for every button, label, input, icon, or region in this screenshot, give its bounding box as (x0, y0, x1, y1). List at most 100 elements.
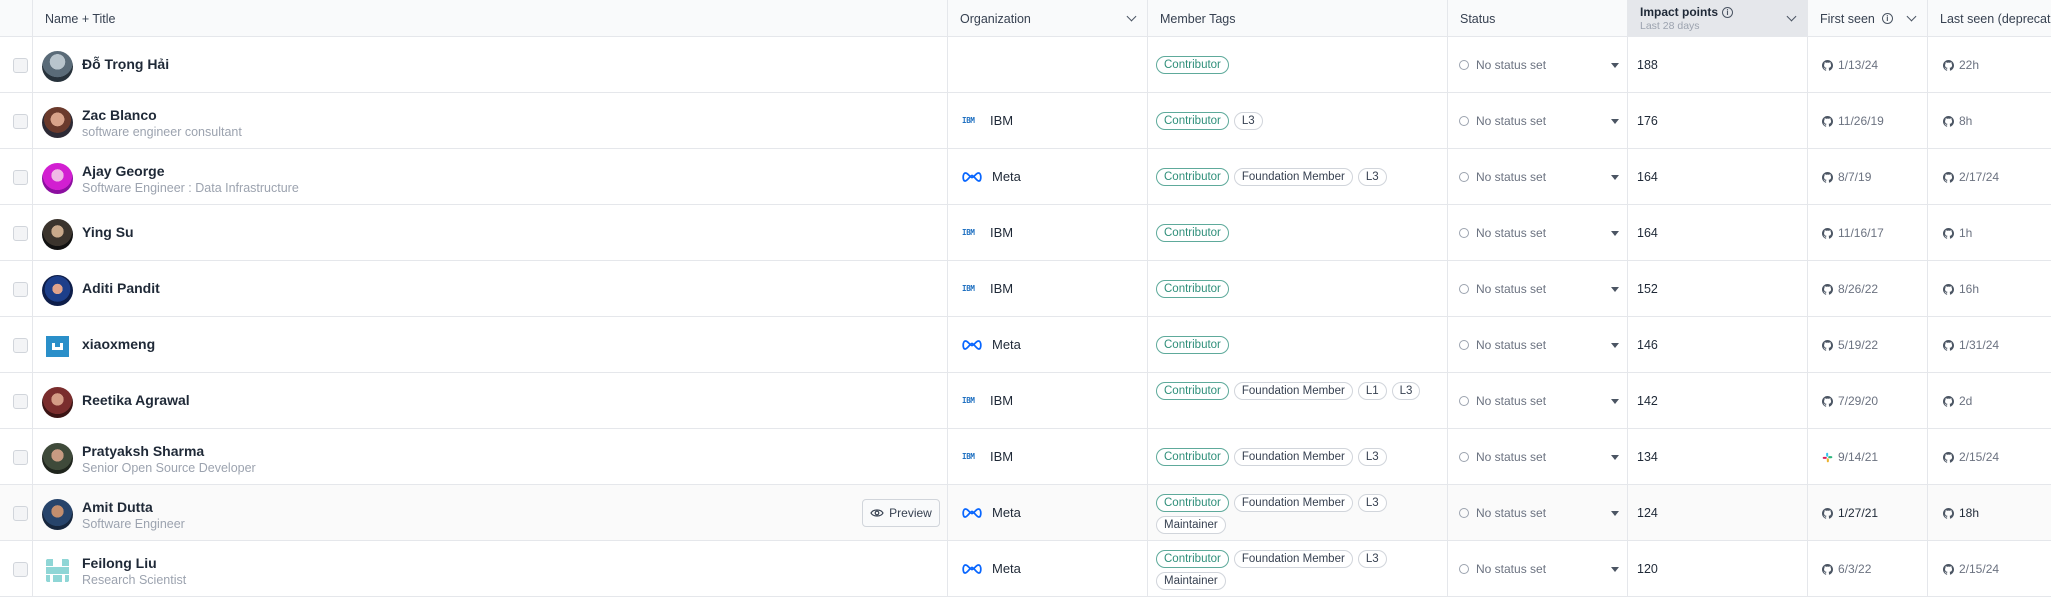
status-select[interactable]: No status set (1459, 394, 1546, 408)
info-icon[interactable]: i (1722, 6, 1734, 18)
organization[interactable]: IBM IBM (962, 393, 1013, 408)
header-status[interactable]: Status (1448, 0, 1628, 37)
member-name[interactable]: xiaoxmeng (82, 336, 155, 352)
avatar[interactable] (42, 387, 73, 418)
caret-down-icon[interactable] (1611, 455, 1619, 460)
member-tag[interactable]: L3 (1391, 382, 1421, 400)
header-organization[interactable]: Organization (948, 0, 1148, 37)
caret-down-icon[interactable] (1611, 287, 1619, 292)
name-cell[interactable] (33, 37, 948, 93)
organization[interactable]: Meta (962, 505, 1021, 520)
name-cell[interactable] (33, 93, 948, 149)
avatar[interactable] (42, 331, 73, 362)
table-row[interactable]: Đỗ Trọng Hải Contributor No status set 188 1… (0, 37, 2051, 93)
row-checkbox[interactable] (13, 338, 28, 353)
header-member-tags[interactable]: Member Tags (1148, 0, 1448, 37)
row-checkbox[interactable] (13, 394, 28, 409)
member-name[interactable]: Amit Dutta (82, 499, 153, 515)
member-tag[interactable]: Contributor (1156, 112, 1229, 130)
member-name[interactable]: Reetika Agrawal (82, 392, 190, 408)
organization[interactable]: IBM IBM (962, 225, 1013, 240)
table-row[interactable]: Feilong Liu Research Scientist Meta Contrib… (0, 541, 2051, 597)
member-tag[interactable]: Contributor (1156, 494, 1229, 512)
chevron-down-icon[interactable] (1126, 11, 1137, 22)
name-cell[interactable] (33, 317, 948, 373)
chevron-down-icon[interactable] (1786, 11, 1797, 22)
row-checkbox[interactable] (13, 58, 28, 73)
table-row[interactable]: xiaoxmeng Meta Contributor No status set 146… (0, 317, 2051, 373)
member-tag[interactable]: Foundation Member (1233, 168, 1353, 186)
name-cell[interactable] (33, 205, 948, 261)
organization[interactable]: Meta (962, 169, 1021, 184)
member-tag[interactable]: Contributor (1156, 382, 1229, 400)
member-tag[interactable]: Contributor (1156, 550, 1229, 568)
avatar[interactable] (42, 275, 73, 306)
name-cell[interactable] (33, 261, 948, 317)
avatar[interactable] (42, 163, 73, 194)
member-tag[interactable]: Contributor (1156, 224, 1229, 242)
member-name[interactable]: Ajay George (82, 163, 164, 179)
member-tag[interactable]: L1 (1357, 382, 1387, 400)
member-name[interactable]: Pratyaksh Sharma (82, 443, 204, 459)
row-checkbox[interactable] (13, 226, 28, 241)
row-checkbox[interactable] (13, 506, 28, 521)
avatar[interactable] (42, 555, 73, 586)
preview-button[interactable]: Preview (862, 499, 940, 527)
avatar[interactable] (42, 107, 73, 138)
status-select[interactable]: No status set (1459, 114, 1546, 128)
name-cell[interactable] (33, 541, 948, 597)
status-select[interactable]: No status set (1459, 450, 1546, 464)
table-row[interactable]: Reetika Agrawal IBM IBM Contributor Foundati… (0, 373, 2051, 429)
name-cell[interactable] (33, 485, 948, 541)
avatar[interactable] (42, 51, 73, 82)
status-select[interactable]: No status set (1459, 282, 1546, 296)
member-tag[interactable]: Maintainer (1156, 572, 1226, 590)
member-tag[interactable]: Contributor (1156, 280, 1229, 298)
member-tag[interactable]: Contributor (1156, 336, 1229, 354)
info-icon[interactable]: i (1881, 13, 1893, 24)
member-name[interactable]: Zac Blanco (82, 107, 157, 123)
status-select[interactable]: No status set (1459, 226, 1546, 240)
caret-down-icon[interactable] (1611, 231, 1619, 236)
caret-down-icon[interactable] (1611, 343, 1619, 348)
table-row[interactable]: Ying Su IBM IBM Contributor No status set 164… (0, 205, 2051, 261)
member-tag[interactable]: Foundation Member (1233, 382, 1353, 400)
row-checkbox[interactable] (13, 114, 28, 129)
caret-down-icon[interactable] (1611, 119, 1619, 124)
status-select[interactable]: No status set (1459, 562, 1546, 576)
organization[interactable]: IBM IBM (962, 281, 1013, 296)
member-tag[interactable]: L3 (1357, 168, 1387, 186)
status-select[interactable]: No status set (1459, 58, 1546, 72)
table-row[interactable]: Ajay George Software Engineer : Data Infr… (0, 149, 2051, 205)
table-row[interactable]: Aditi Pandit IBM IBM Contributor No status s… (0, 261, 2051, 317)
avatar[interactable] (42, 219, 73, 250)
member-name[interactable]: Feilong Liu (82, 555, 157, 571)
status-select[interactable]: No status set (1459, 170, 1546, 184)
member-tag[interactable]: L3 (1357, 494, 1387, 512)
header-impact-points[interactable]: Impact points i Last 28 days (1628, 0, 1808, 37)
header-last-seen[interactable]: Last seen (deprecate (1928, 0, 2051, 37)
member-tag[interactable]: Contributor (1156, 448, 1229, 466)
member-tag[interactable]: L3 (1233, 112, 1263, 130)
status-select[interactable]: No status set (1459, 506, 1546, 520)
member-name[interactable]: Đỗ Trọng Hải (82, 56, 169, 72)
header-name-title[interactable]: Name + Title (33, 0, 948, 37)
header-first-seen[interactable]: First seen i (1808, 0, 1928, 37)
member-tag[interactable]: Contributor (1156, 168, 1229, 186)
member-tag[interactable]: Contributor (1156, 56, 1229, 74)
caret-down-icon[interactable] (1611, 399, 1619, 404)
member-tag[interactable]: Foundation Member (1233, 448, 1353, 466)
caret-down-icon[interactable] (1611, 63, 1619, 68)
member-name[interactable]: Aditi Pandit (82, 280, 160, 296)
caret-down-icon[interactable] (1611, 567, 1619, 572)
row-checkbox[interactable] (13, 170, 28, 185)
member-tag[interactable]: L3 (1357, 550, 1387, 568)
member-tag[interactable]: Foundation Member (1233, 494, 1353, 512)
caret-down-icon[interactable] (1611, 175, 1619, 180)
table-row[interactable]: Pratyaksh Sharma Senior Open Source Devel… (0, 429, 2051, 485)
row-checkbox[interactable] (13, 562, 28, 577)
table-row[interactable]: Amit Dutta Software Engineer Preview Meta Co… (0, 485, 2051, 541)
organization[interactable]: IBM IBM (962, 449, 1013, 464)
avatar[interactable] (42, 499, 73, 530)
member-tag[interactable]: Maintainer (1156, 516, 1226, 534)
